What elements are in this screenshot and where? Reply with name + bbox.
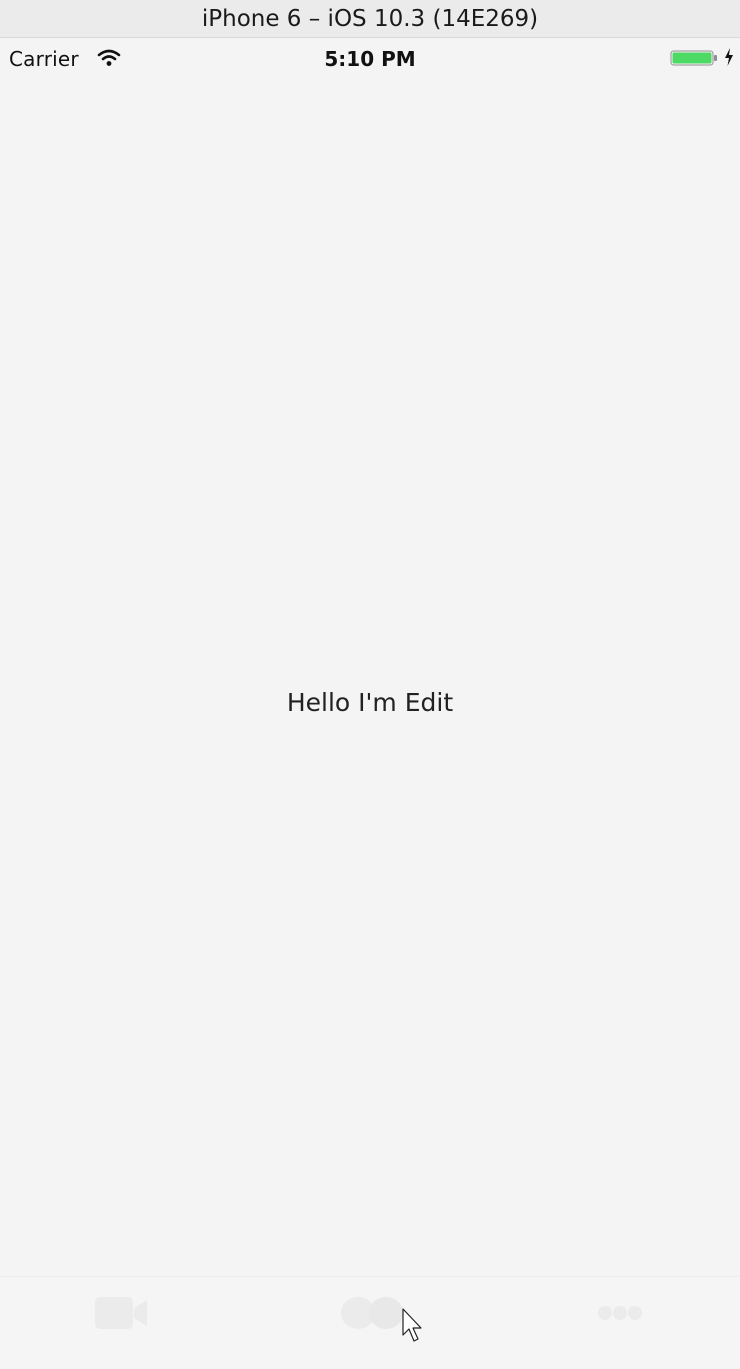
hello-label: Hello I'm Edit: [286, 688, 454, 717]
battery-icon: [670, 50, 717, 66]
phone-screen: Carrier 5:10 PM Hello I'm Edit: [0, 38, 740, 1369]
more-dots-icon[interactable]: [598, 1305, 642, 1321]
charging-bolt-icon: [725, 48, 733, 66]
chat-bubbles-icon[interactable]: [340, 1295, 406, 1331]
video-camera-icon[interactable]: [94, 1295, 148, 1331]
status-bar: Carrier 5:10 PM: [0, 38, 740, 80]
tab-bar: [0, 1276, 740, 1369]
mouse-pointer-icon: [402, 1308, 422, 1342]
status-time: 5:10 PM: [324, 47, 416, 71]
window-title-text: iPhone 6 – iOS 10.3 (14E269): [201, 5, 539, 32]
simulator-window-title: iPhone 6 – iOS 10.3 (14E269): [0, 0, 740, 38]
